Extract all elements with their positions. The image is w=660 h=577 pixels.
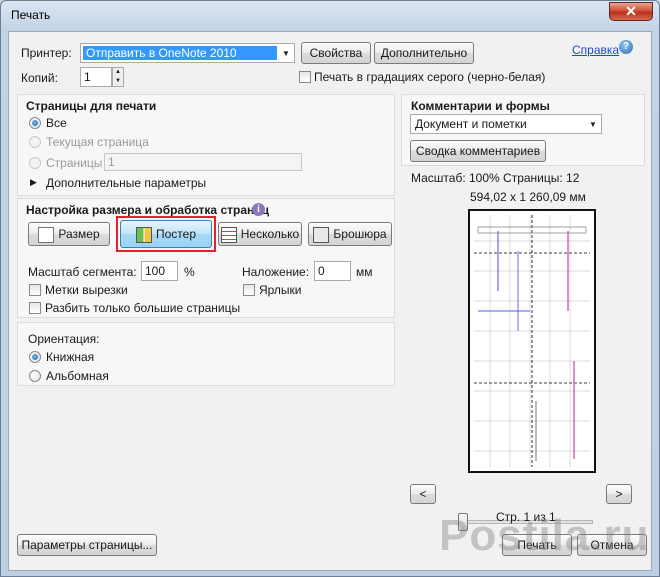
pages-range-input[interactable]: 1 <box>104 153 302 171</box>
comments-heading: Комментарии и формы <box>411 99 550 113</box>
overlap-label: Наложение: <box>242 265 310 279</box>
chevron-down-icon: ▼ <box>589 120 597 129</box>
grayscale-label: Печать в градациях серого (черно-белая) <box>314 70 546 84</box>
landscape-radio[interactable] <box>29 370 41 382</box>
chevron-right-icon: > <box>615 487 623 501</box>
labels-label: Ярлыки <box>259 283 302 297</box>
tile-large-only-label: Разбить только большие страницы <box>45 301 241 315</box>
printer-label: Принтер: <box>21 46 72 60</box>
previous-page-button[interactable]: < <box>410 484 436 504</box>
pages-all-label: Все <box>46 116 67 130</box>
poster-tiles-preview <box>472 213 592 469</box>
printer-select[interactable]: Отправить в OneNote 2010 ▼ <box>80 43 295 63</box>
help-icon-glyph: ? <box>622 41 630 52</box>
page-setup-button[interactable]: Параметры страницы... <box>17 534 157 556</box>
pages-heading: Страницы для печати <box>26 99 157 113</box>
pages-range-radio[interactable] <box>29 157 41 169</box>
info-icon[interactable]: i <box>252 203 265 216</box>
cut-marks-label: Метки вырезки <box>45 283 128 297</box>
properties-button[interactable]: Свойства <box>301 42 371 64</box>
copies-label: Копий: <box>21 71 58 85</box>
watermark: Postila.ru <box>439 511 650 560</box>
window-title: Печать <box>11 8 51 22</box>
multiple-button-label: Несколько <box>240 227 300 241</box>
chevron-down-icon: ▼ <box>282 49 290 58</box>
pages-current-label: Текущая страница <box>46 135 149 149</box>
copies-input[interactable]: 1 <box>80 67 112 87</box>
poster-button[interactable]: Постер <box>120 220 212 248</box>
labels-checkbox[interactable] <box>243 284 255 296</box>
advanced-button[interactable]: Дополнительно <box>374 42 474 64</box>
tile-scale-input[interactable]: 100 <box>141 261 178 281</box>
poster-tiles-icon <box>135 226 152 243</box>
print-dialog-window: Печать ✕ Принтер: Отправить в OneNote 20… <box>0 0 660 577</box>
overlap-input[interactable]: 0 <box>314 261 351 281</box>
title-bar[interactable]: Печать ✕ <box>1 1 659 31</box>
info-icon-glyph: i <box>257 204 260 215</box>
close-icon: ✕ <box>625 3 637 19</box>
booklet-icon <box>313 226 330 243</box>
pages-range-label: Страницы <box>46 156 103 170</box>
booklet-button-label: Брошюра <box>333 227 387 241</box>
pages-current-radio[interactable] <box>29 136 41 148</box>
multiple-pages-icon <box>220 226 237 243</box>
pages-all-radio[interactable] <box>29 117 41 129</box>
orientation-panel: Ориентация: Книжная Альбомная <box>17 322 395 386</box>
portrait-label: Книжная <box>46 350 95 364</box>
printer-select-value: Отправить в OneNote 2010 <box>83 46 277 60</box>
overlap-unit: мм <box>356 265 373 279</box>
landscape-label: Альбомная <box>46 369 109 383</box>
help-link[interactable]: Справка <box>572 43 619 57</box>
booklet-button[interactable]: Брошюра <box>308 222 392 246</box>
comments-panel: Комментарии и формы Документ и пометки ▼… <box>401 94 645 166</box>
next-page-button[interactable]: > <box>606 484 632 504</box>
comments-select[interactable]: Документ и пометки ▼ <box>410 114 602 134</box>
preview-scale-text: Масштаб: 100% Страницы: 12 <box>411 171 580 185</box>
portrait-radio[interactable] <box>29 351 41 363</box>
close-button[interactable]: ✕ <box>609 2 653 21</box>
expand-triangle-icon[interactable]: ▶ <box>30 177 37 188</box>
print-preview-page <box>468 209 596 473</box>
pages-panel: Страницы для печати Все Текущая страница… <box>17 94 395 196</box>
multiple-button[interactable]: Несколько <box>218 222 302 246</box>
cut-marks-checkbox[interactable] <box>29 284 41 296</box>
copies-stepper[interactable]: ▲ ▼ <box>112 67 124 87</box>
orientation-heading: Ориентация: <box>28 332 100 346</box>
help-icon[interactable]: ? <box>619 40 633 54</box>
poster-button-label: Постер <box>155 227 196 241</box>
grayscale-checkbox[interactable] <box>299 71 311 83</box>
size-button[interactable]: Размер <box>28 222 110 246</box>
dialog-client-area: Принтер: Отправить в OneNote 2010 ▼ Свой… <box>8 31 652 571</box>
size-button-label: Размер <box>58 227 100 241</box>
chevron-left-icon: < <box>419 487 427 501</box>
tile-scale-unit: % <box>184 265 195 279</box>
page-sizing-panel: Настройка размера и обработка страниц i … <box>17 198 395 318</box>
preview-dimensions: 594,02 x 1 260,09 мм <box>470 190 586 204</box>
comments-select-value: Документ и пометки <box>415 117 527 131</box>
sizing-heading: Настройка размера и обработка страниц <box>26 203 269 217</box>
more-options-toggle[interactable]: Дополнительные параметры <box>46 176 206 190</box>
resize-page-icon <box>38 226 55 243</box>
tile-scale-label: Масштаб сегмента: <box>28 265 137 279</box>
comments-summary-button[interactable]: Сводка комментариев <box>410 140 546 162</box>
tile-large-only-checkbox[interactable] <box>29 302 41 314</box>
